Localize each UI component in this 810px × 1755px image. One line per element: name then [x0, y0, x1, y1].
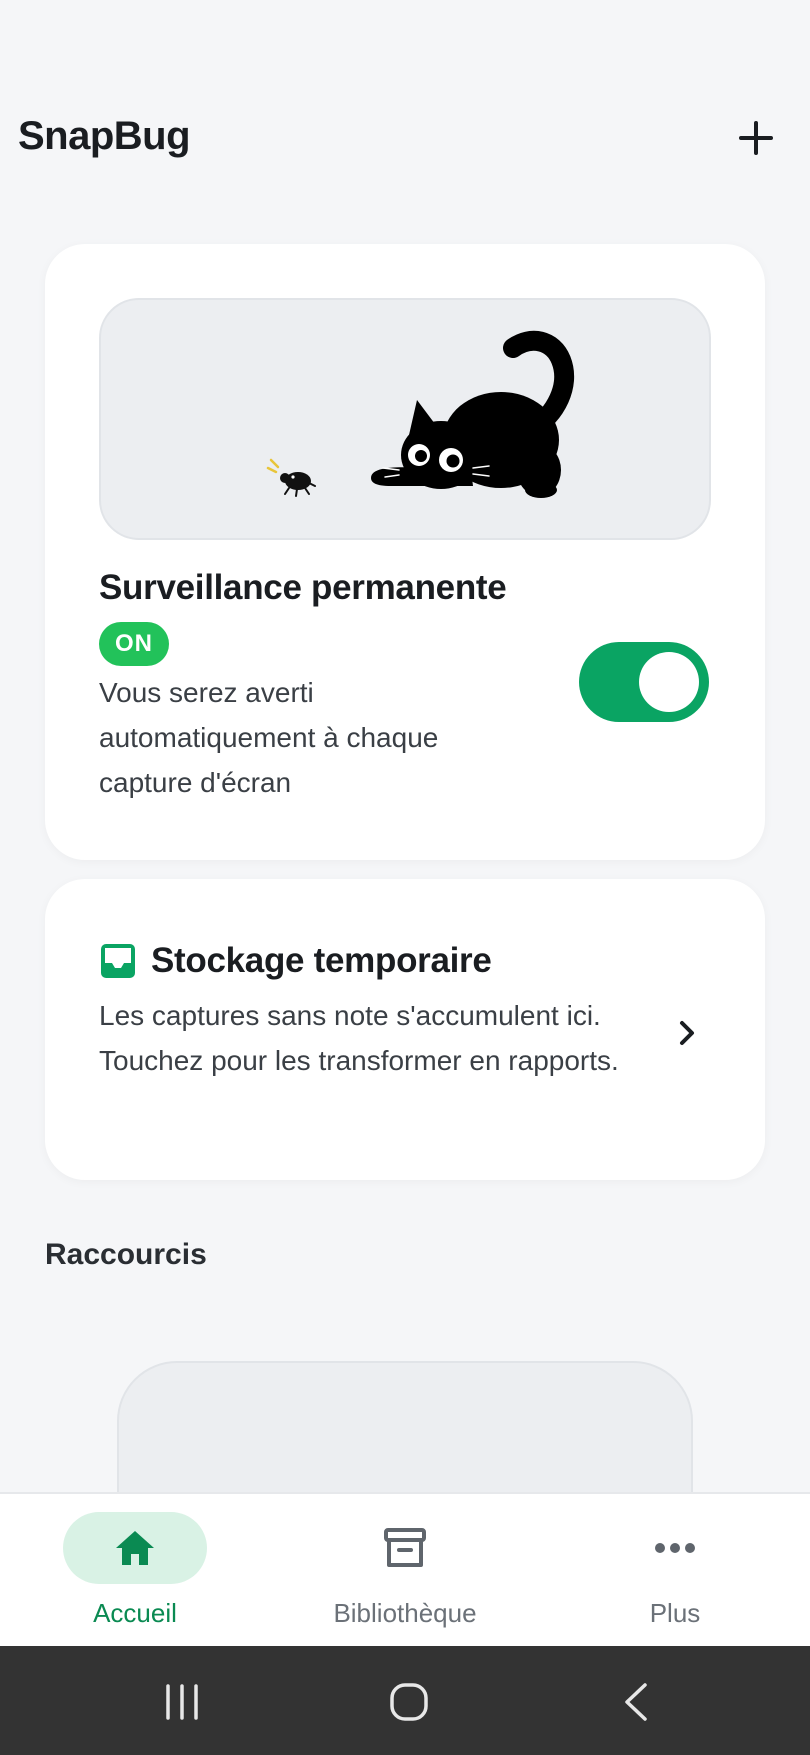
- system-navigation-bar: [0, 1646, 810, 1755]
- bottom-navigation: Accueil Bibliothèque Plus: [0, 1492, 810, 1646]
- chevron-right-icon: [667, 1013, 707, 1053]
- status-badge: ON: [99, 622, 169, 666]
- home-screen: SnapBug Surveillance permanente ON Vous …: [0, 0, 810, 1755]
- monitoring-description: Vous serez averti automatiquement à chaq…: [99, 677, 439, 798]
- nav-library-label: Bibliothèque: [333, 1598, 477, 1628]
- temporary-storage-card[interactable]: Stockage temporaire Les captures sans no…: [45, 879, 765, 1180]
- archive-icon: [384, 1528, 426, 1567]
- plus-icon: [739, 121, 773, 155]
- monitoring-card: Surveillance permanente ON Vous serez av…: [45, 244, 765, 860]
- home-circle-icon: [390, 1683, 428, 1721]
- storage-description: Les captures sans note s'accumulent ici.…: [99, 1000, 619, 1076]
- app-title: SnapBug: [18, 114, 191, 158]
- system-back-button[interactable]: [604, 1670, 668, 1734]
- more-horizontal-icon: [655, 1543, 695, 1553]
- recent-apps-icon: [166, 1684, 198, 1720]
- add-button[interactable]: [734, 116, 778, 160]
- monitoring-title: Surveillance permanente: [99, 568, 507, 607]
- monitoring-toggle[interactable]: [579, 642, 709, 722]
- nav-home[interactable]: Accueil: [35, 1512, 235, 1632]
- shortcuts-section-title: Raccourcis: [45, 1238, 207, 1271]
- recent-apps-button[interactable]: [150, 1670, 214, 1734]
- nav-more-pill: [603, 1512, 747, 1584]
- bug-icon: [280, 472, 316, 497]
- nav-home-pill: [63, 1512, 207, 1584]
- nav-home-label: Accueil: [93, 1598, 177, 1628]
- nav-more[interactable]: Plus: [575, 1512, 775, 1632]
- cat-figure: [371, 330, 575, 498]
- toggle-knob: [639, 652, 699, 712]
- home-icon: [116, 1531, 154, 1565]
- storage-title: Stockage temporaire: [151, 941, 492, 980]
- nav-library-pill: [333, 1512, 477, 1584]
- storage-header: Stockage temporaire: [99, 941, 492, 981]
- nav-library[interactable]: Bibliothèque: [305, 1512, 505, 1632]
- back-icon: [625, 1683, 647, 1721]
- inbox-icon: [101, 944, 135, 978]
- nav-more-label: Plus: [649, 1598, 701, 1628]
- system-home-button[interactable]: [377, 1670, 441, 1734]
- cat-chasing-bug-illustration: [99, 298, 711, 540]
